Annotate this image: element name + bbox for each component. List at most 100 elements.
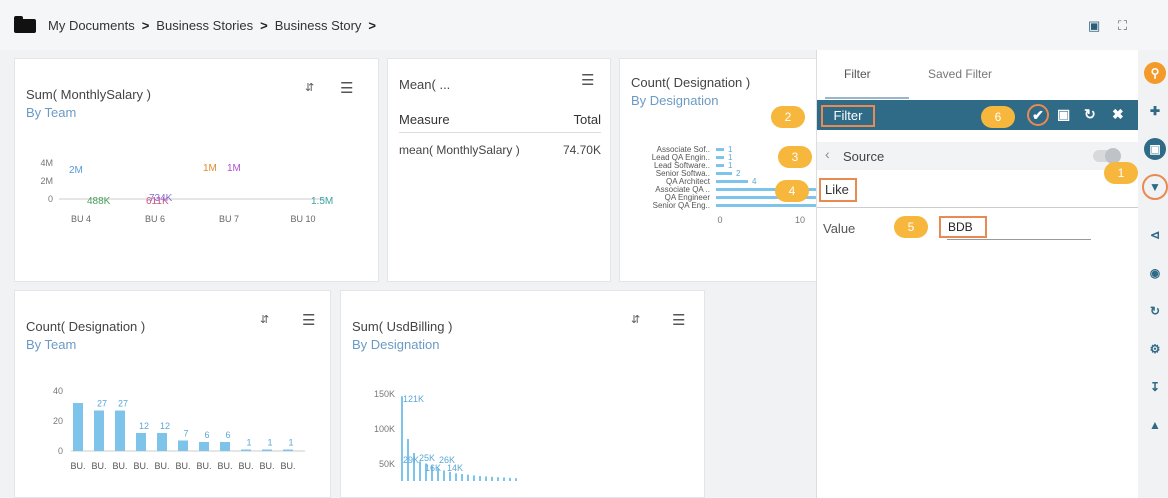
usd-billing-chart: 150K100K50K121K29K 25K 26K16K 14K	[374, 389, 517, 481]
gear-icon[interactable]: ⚙	[1144, 338, 1166, 360]
data-label: 488K	[87, 196, 111, 207]
table-header-measure: Measure	[399, 112, 450, 127]
bar	[73, 403, 83, 451]
chevron-left-icon[interactable]: ‹	[825, 146, 830, 162]
x-tick-label: BU.	[133, 461, 148, 471]
step-badge-4: 4	[775, 180, 809, 202]
operator-value: Like	[819, 178, 857, 202]
bar	[136, 433, 146, 451]
chart-card-count-by-team: Count( Designation ) By Team ⇵ ☰ 40 20 0 BU…	[14, 290, 331, 498]
x-tick-label: BU 6	[145, 214, 165, 224]
count-by-team-chart: 40 20 0 BU. 27 BU. 27 BU. 12 BU. 12 BU. 7 BU. 6 BU. 6 BU.…	[53, 386, 305, 471]
bar	[455, 473, 457, 481]
bar	[443, 470, 445, 481]
y-tick-label: 0	[58, 446, 63, 456]
x-tick-label: BU.	[112, 461, 127, 471]
filter-icon[interactable]: ▼	[1142, 174, 1168, 200]
top-bar: My Documents > Business Stories > Busine…	[0, 0, 1168, 50]
bar	[515, 478, 517, 481]
eye-icon[interactable]: ◉	[1144, 262, 1166, 284]
plus-icon[interactable]: ✚	[1144, 100, 1166, 122]
expand-icon[interactable]: ⛶	[1118, 18, 1127, 34]
bar	[401, 396, 403, 481]
x-tick-label: BU.	[175, 461, 190, 471]
data-label: 1	[288, 438, 293, 448]
refresh-icon[interactable]: ↻	[1144, 300, 1166, 322]
table-cell-measure: mean( MonthlySalary )	[399, 143, 520, 157]
bar	[716, 172, 732, 175]
bar	[178, 440, 188, 451]
x-tick-label: BU.	[154, 461, 169, 471]
bar	[716, 156, 724, 159]
filter-panel: Filter Saved Filter Filter ✔ ▣ ↻ ✖ ‹ Sou…	[816, 50, 1139, 498]
data-label: 7	[183, 429, 188, 439]
card-title: Mean( ...	[399, 77, 451, 92]
x-tick-label: BU.	[238, 461, 253, 471]
close-icon[interactable]: ✖	[1112, 106, 1124, 123]
filter-header-bar: Filter ✔ ▣ ↻ ✖	[817, 100, 1139, 130]
data-label: 16K	[425, 463, 441, 473]
chart-card-count-designation: Count( Designation ) By Designation Asso…	[619, 58, 840, 282]
data-label: 2M	[69, 165, 83, 176]
breadcrumb-separator: >	[368, 18, 377, 33]
bar	[283, 449, 293, 451]
x-tick-label: 0	[717, 215, 722, 225]
count-designation-chart: Associate Sof.. 1Lead QA Engin.. 1Lead Sof…	[652, 145, 840, 225]
share-icon[interactable]: ⊲	[1144, 224, 1166, 246]
source-label: Source	[843, 149, 885, 164]
value-input[interactable]: BDB	[939, 216, 987, 238]
save-icon[interactable]: ▣	[1057, 106, 1070, 123]
comment-icon[interactable]: ▣	[1088, 18, 1100, 34]
data-label: 121K	[403, 394, 424, 404]
bar	[115, 410, 125, 451]
filter-title: Filter	[821, 105, 875, 127]
bar	[467, 474, 469, 481]
data-label: 1M	[203, 163, 217, 174]
bar	[509, 477, 511, 481]
data-label: 12	[139, 421, 149, 431]
data-label: 1M	[227, 163, 241, 174]
download-icon[interactable]: ↧	[1144, 376, 1166, 398]
y-tick-label: Senior QA Eng..	[653, 201, 710, 210]
data-label: 1.5M	[311, 196, 333, 207]
data-label: 1	[728, 161, 733, 170]
data-label: 734K	[149, 193, 173, 204]
tab-saved-filter[interactable]: Saved Filter	[928, 67, 992, 81]
save-icon[interactable]: ▣	[1144, 138, 1166, 160]
x-tick-label: BU.	[70, 461, 85, 471]
breadcrumb-item-business-story[interactable]: Business Story	[275, 18, 362, 33]
menu-icon[interactable]: ☰	[581, 71, 594, 89]
folder-icon	[14, 15, 36, 33]
data-label: 2	[736, 169, 741, 178]
table-row: mean( MonthlySalary ) 74.70K	[399, 135, 601, 163]
step-badge-5: 5	[894, 216, 928, 238]
y-tick-label: 20	[53, 416, 63, 426]
refresh-icon[interactable]: ↻	[1084, 106, 1096, 123]
bar	[485, 476, 487, 481]
value-underline	[947, 239, 1091, 240]
bar	[491, 476, 493, 481]
source-row[interactable]: ‹ Source	[817, 142, 1139, 170]
step-badge-2: 2	[771, 106, 805, 128]
data-label: 12	[160, 421, 170, 431]
bell-icon[interactable]: ▲	[1144, 414, 1166, 436]
y-tick-label: 100K	[374, 424, 395, 434]
bar	[503, 477, 505, 481]
data-label: 14K	[447, 463, 463, 473]
data-label: 1	[267, 438, 272, 448]
x-tick-label: BU.	[217, 461, 232, 471]
bar	[241, 449, 251, 451]
breadcrumb-item-my-documents[interactable]: My Documents	[48, 18, 135, 33]
search-icon[interactable]: ⚲	[1144, 62, 1166, 84]
bar	[94, 410, 104, 451]
bar	[497, 477, 499, 481]
operator-select[interactable]: Like	[817, 174, 1139, 208]
step-badge-1: 1	[1104, 162, 1138, 184]
x-tick-label: 10	[795, 215, 805, 225]
source-toggle[interactable]	[1093, 148, 1121, 164]
tab-filter[interactable]: Filter	[844, 67, 871, 81]
breadcrumb-item-business-stories[interactable]: Business Stories	[156, 18, 253, 33]
apply-check-icon[interactable]: ✔	[1027, 104, 1049, 126]
breadcrumb: My Documents > Business Stories > Busine…	[14, 15, 383, 33]
x-tick-label: BU.	[196, 461, 211, 471]
